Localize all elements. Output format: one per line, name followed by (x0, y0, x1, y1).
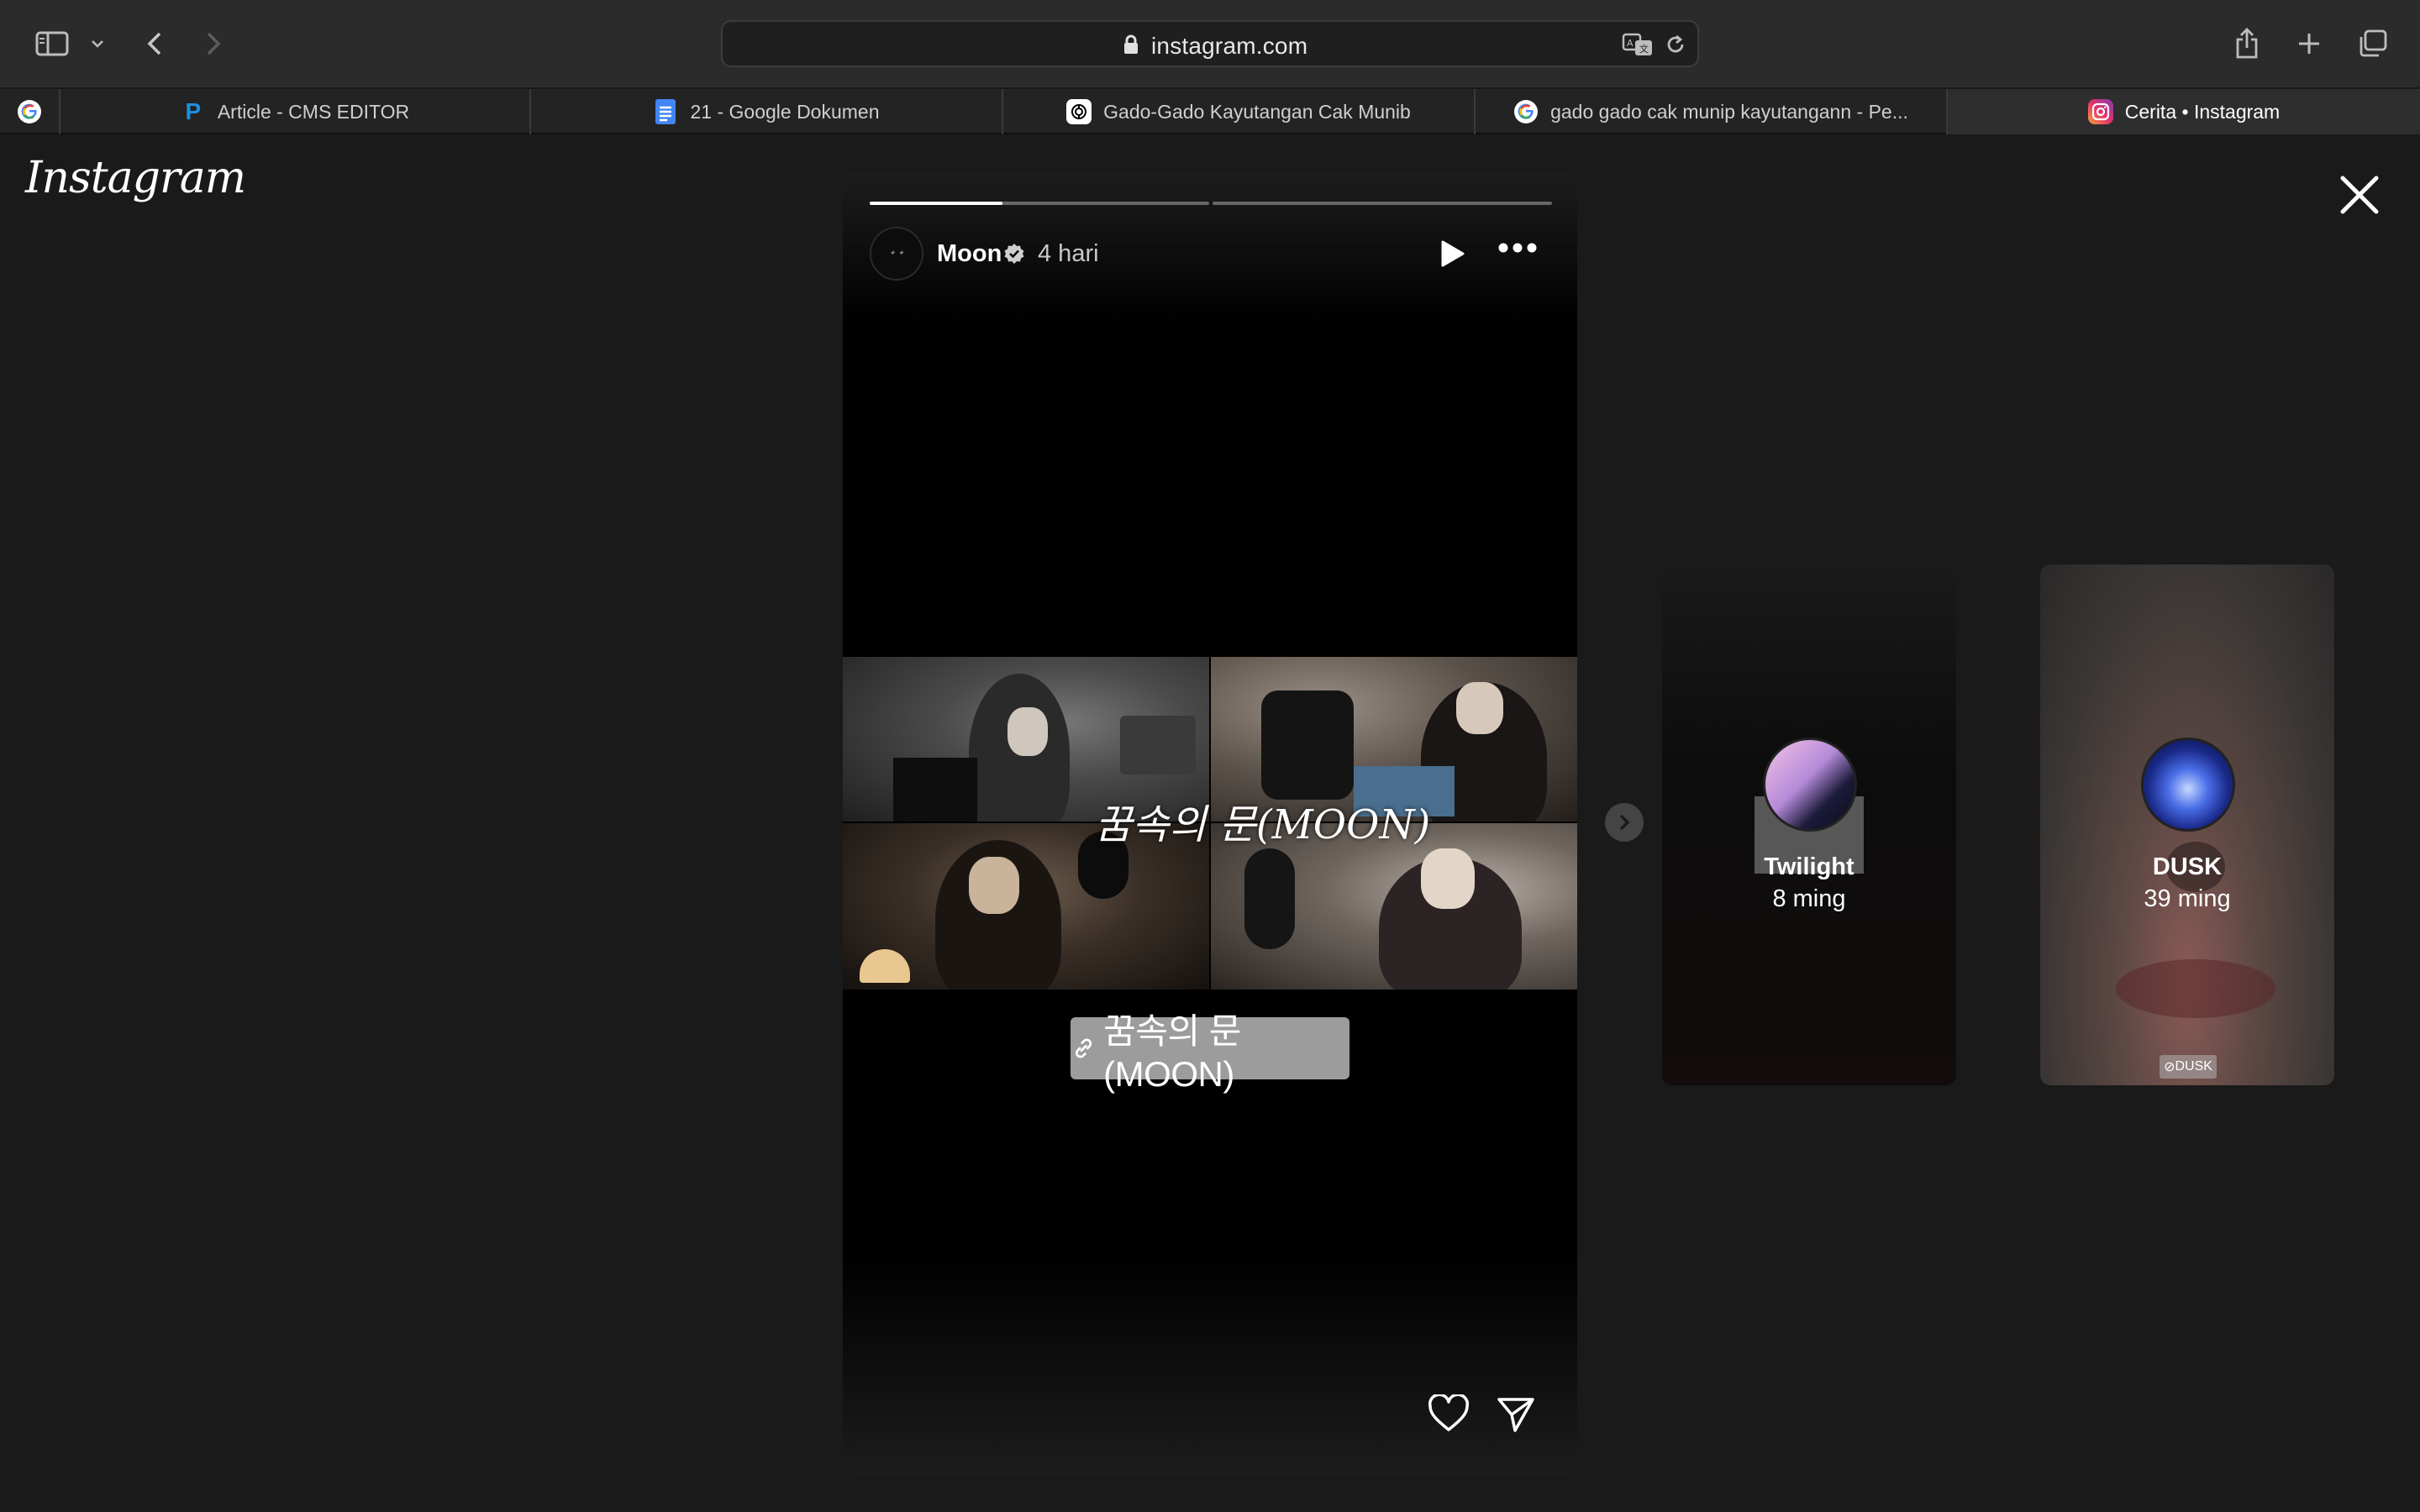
heart-icon[interactable] (1428, 1394, 1470, 1433)
story-bottom-gradient (843, 1257, 1577, 1475)
google-icon (17, 99, 42, 124)
avatar (2141, 738, 2235, 832)
lock-icon (1124, 34, 1138, 54)
preview-time: 8 ming (1772, 885, 1846, 912)
share-icon[interactable] (2232, 20, 2262, 67)
instagram-icon (2087, 99, 2113, 124)
tab-label: Article - CMS EDITOR (217, 100, 410, 123)
lips-shape (2116, 959, 2275, 1018)
tab-label: gado gado cak munip kayutangann - Pe... (1550, 100, 1908, 123)
chevron-down-icon[interactable] (87, 20, 108, 67)
story-image: 꿈속의 문(MOON) (843, 657, 1577, 990)
google-docs-icon (653, 99, 678, 124)
send-icon[interactable] (1497, 1396, 1535, 1433)
back-icon[interactable] (139, 20, 170, 67)
svg-text:文: 文 (1639, 43, 1649, 55)
preview-name: DUSK (2152, 853, 2223, 880)
browser-toolbar: instagram.com A文 (0, 0, 2420, 87)
preview-time: 39 ming (2144, 885, 2231, 912)
link-sticker[interactable]: 꿈속의 문(MOON) (1071, 1011, 1349, 1094)
forward-icon[interactable] (198, 20, 229, 67)
story-preview-twilight[interactable]: Twilight 8 ming (1662, 564, 1956, 1085)
sidebar-toggle-icon[interactable] (32, 20, 72, 67)
story-viewer[interactable]: ✦ ✦ Moon 4 hari 꿈속의 문(MOON) 꿈속의 문(MOON) (843, 171, 1577, 1475)
translate-icon[interactable]: A文 (1622, 32, 1655, 57)
tab-overview-icon[interactable] (2356, 20, 2390, 67)
tab-google-search[interactable]: gado gado cak munip kayutangann - Pe... (1476, 89, 1948, 134)
avatar (1763, 738, 1857, 832)
link-icon (1075, 1038, 1092, 1058)
verified-badge-icon (1004, 244, 1024, 264)
tab-label: 21 - Google Dokumen (690, 100, 880, 123)
collage-title: 꿈속의 문(MOON) (1095, 801, 1431, 848)
story-progress-bar (1213, 202, 1552, 205)
chevron-right-icon (1619, 814, 1630, 831)
tab-bar: P Article - CMS EDITOR 21 - Google Dokum… (0, 87, 2420, 134)
tab-cms-editor[interactable]: P Article - CMS EDITOR (60, 89, 531, 134)
next-story-button[interactable] (1605, 803, 1644, 842)
instagram-logo[interactable]: Instagram (25, 153, 246, 203)
tab-label: Cerita • Instagram (2124, 100, 2281, 123)
close-icon[interactable] (2336, 171, 2383, 218)
tab-chatgpt[interactable]: Gado-Gado Kayutangan Cak Munib (1003, 89, 1476, 134)
preview-name: Twilight (1764, 853, 1854, 880)
new-tab-icon[interactable] (2294, 20, 2324, 67)
tab-google-docs[interactable]: 21 - Google Dokumen (531, 89, 1003, 134)
tab-instagram[interactable]: Cerita • Instagram (1948, 89, 2420, 134)
link-sticker-dusk: ⊘ DUSK (2160, 1055, 2217, 1079)
address-bar[interactable]: instagram.com A文 (721, 20, 1699, 67)
reload-icon[interactable] (1664, 33, 1687, 56)
tab-google[interactable] (0, 89, 60, 134)
more-options-icon[interactable] (1498, 242, 1537, 254)
progress-fill (870, 202, 1002, 205)
svg-text:A: A (1627, 38, 1634, 49)
story-preview-dusk[interactable]: DUSK 39 ming ⊘ DUSK (2040, 564, 2334, 1085)
chatgpt-icon (1066, 99, 1092, 124)
avatar-mark: ✦ ✦ (889, 249, 904, 258)
avatar[interactable]: ✦ ✦ (870, 227, 923, 281)
cms-icon: P (185, 98, 202, 124)
url-text: instagram.com (1151, 33, 1308, 59)
dusk-tag-text: DUSK (2175, 1059, 2212, 1074)
story-progress-bar (870, 202, 1209, 205)
link-sticker-text: 꿈속의 문(MOON) (1103, 1011, 1241, 1094)
tab-label: Gado-Gado Kayutangan Cak Munib (1103, 100, 1411, 123)
story-time: 4 hari (1038, 240, 1099, 267)
story-username[interactable]: Moon (937, 240, 1002, 268)
google-icon (1513, 99, 1539, 124)
play-icon[interactable] (1438, 239, 1466, 269)
